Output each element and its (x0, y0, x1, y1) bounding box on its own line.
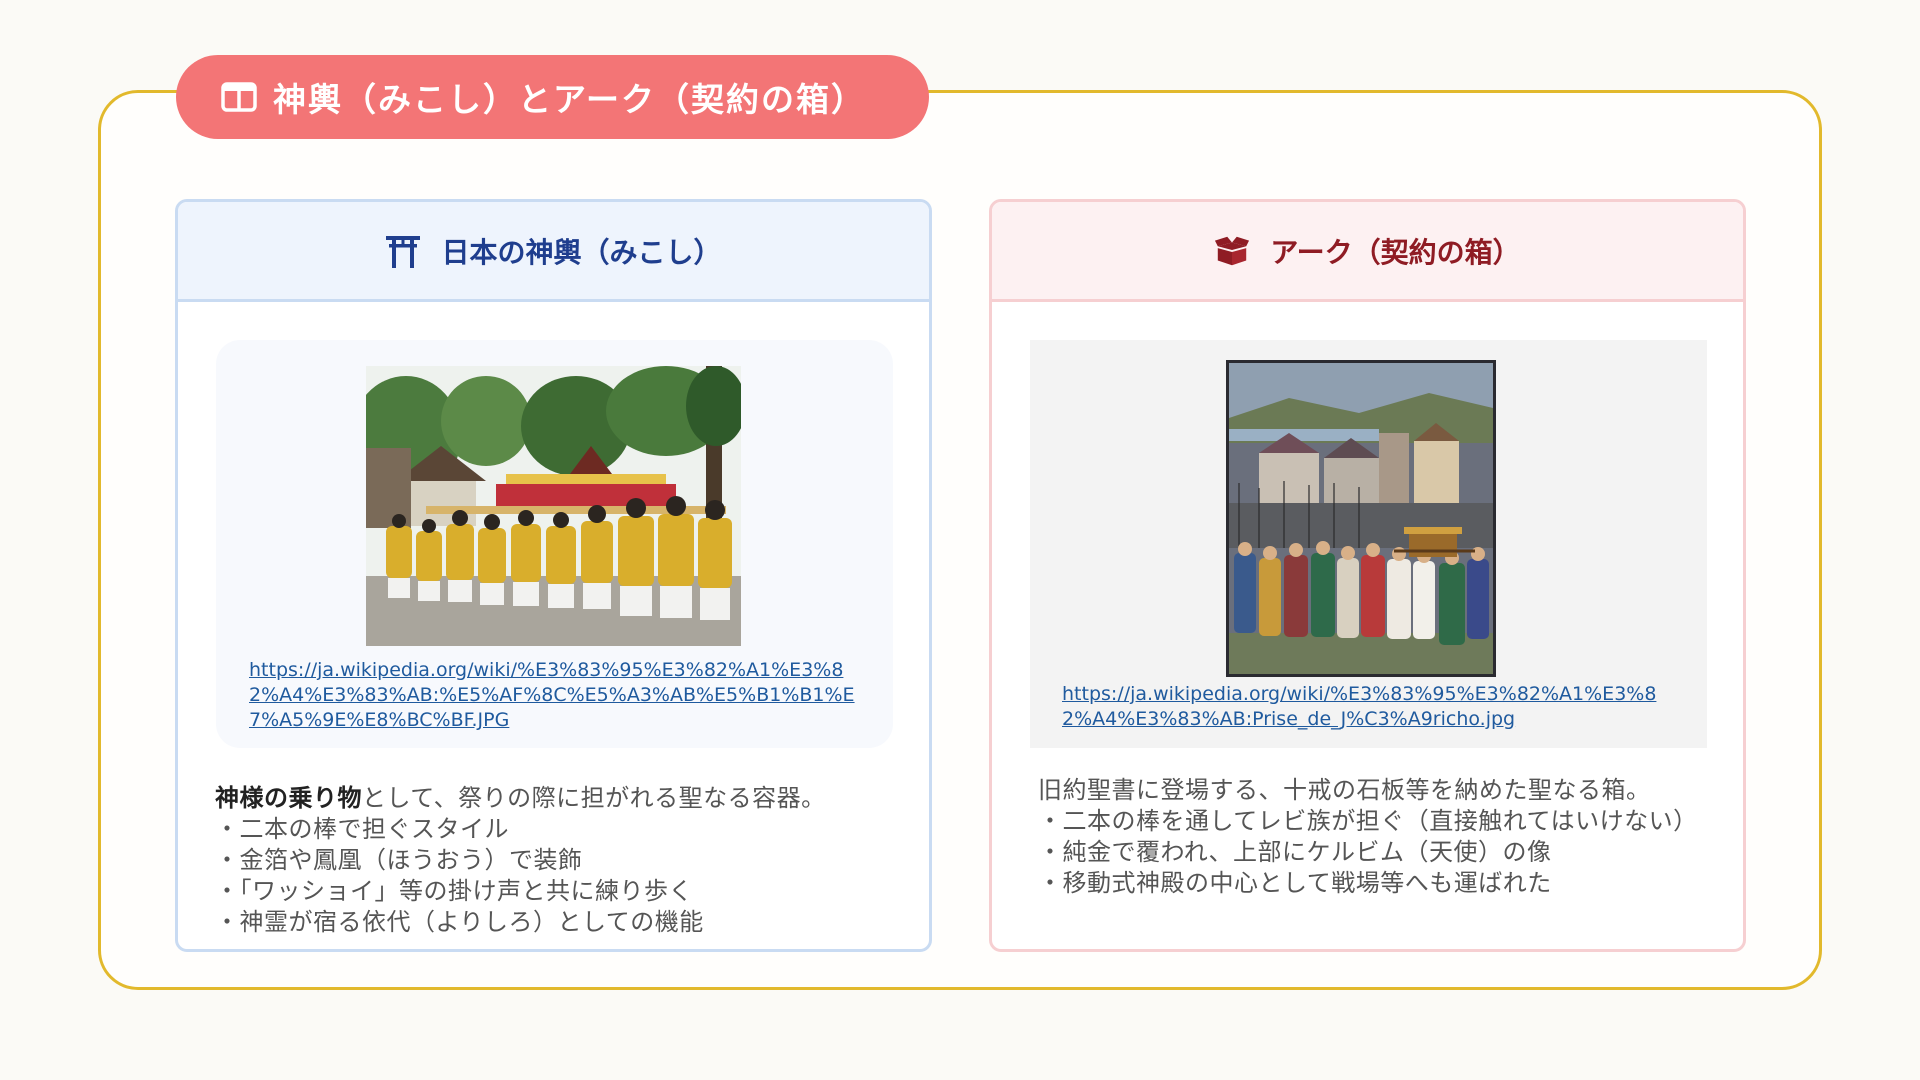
list-item: ・「ワッショイ」等の掛け声と共に練り歩く (215, 877, 693, 905)
ark-heading: アーク（契約の箱） (1270, 235, 1521, 269)
mikoshi-image-panel: https://ja.wikipedia.org/wiki/%E3%83%95%… (216, 340, 893, 748)
list-item: ・二本の棒を通してレビ族が担ぐ（直接触れてはいけない） (1038, 807, 1698, 835)
mikoshi-card: 日本の神輿（みこし） https://ja.wikipedia.org/wiki… (175, 199, 932, 952)
book-open-icon (221, 82, 257, 112)
mikoshi-source-link[interactable]: https://ja.wikipedia.org/wiki/%E3%83%95%… (249, 658, 869, 733)
torii-gate-icon (386, 235, 421, 268)
mikoshi-lead: 神様の乗り物として、祭りの際に担がれる聖なる容器。 (215, 783, 826, 814)
mikoshi-lead-rest: として、祭りの際に担がれる聖なる容器。 (362, 784, 826, 812)
ark-description: 旧約聖書に登場する、十戒の石板等を納めた聖なる箱。 ・二本の棒を通してレビ族が担… (1038, 775, 1698, 899)
mikoshi-photo (366, 366, 741, 646)
list-item: ・二本の棒で担ぐスタイル (215, 815, 509, 843)
slide-title: 神輿（みこし）とアーク（契約の箱） (273, 80, 867, 119)
mikoshi-card-header: 日本の神輿（みこし） (178, 202, 929, 302)
ark-source-link[interactable]: https://ja.wikipedia.org/wiki/%E3%83%95%… (1062, 682, 1682, 732)
box-open-icon (1215, 236, 1250, 265)
list-item: ・神霊が宿る依代（よりしろ）としての機能 (215, 908, 704, 936)
mikoshi-lead-bold: 神様の乗り物 (215, 784, 362, 812)
list-item: ・純金で覆われ、上部にケルビム（天使）の像 (1038, 838, 1552, 866)
slide-title-banner: 神輿（みこし）とアーク（契約の箱） (176, 55, 929, 139)
ark-card: アーク（契約の箱） https://ja.wikipedia.org/wiki/… (989, 199, 1746, 952)
ark-painting (1226, 360, 1496, 677)
ark-lead: 旧約聖書に登場する、十戒の石板等を納めた聖なる箱。 (1038, 776, 1651, 804)
mikoshi-description: 神様の乗り物として、祭りの際に担がれる聖なる容器。 ・二本の棒で担ぐスタイル ・… (215, 783, 826, 938)
ark-image-panel: https://ja.wikipedia.org/wiki/%E3%83%95%… (1030, 340, 1707, 748)
ark-card-header: アーク（契約の箱） (992, 202, 1743, 302)
mikoshi-heading: 日本の神輿（みこし） (441, 235, 722, 269)
list-item: ・移動式神殿の中心として戦場等へも運ばれた (1038, 869, 1552, 897)
list-item: ・金箔や鳳凰（ほうおう）で装飾 (215, 846, 583, 874)
